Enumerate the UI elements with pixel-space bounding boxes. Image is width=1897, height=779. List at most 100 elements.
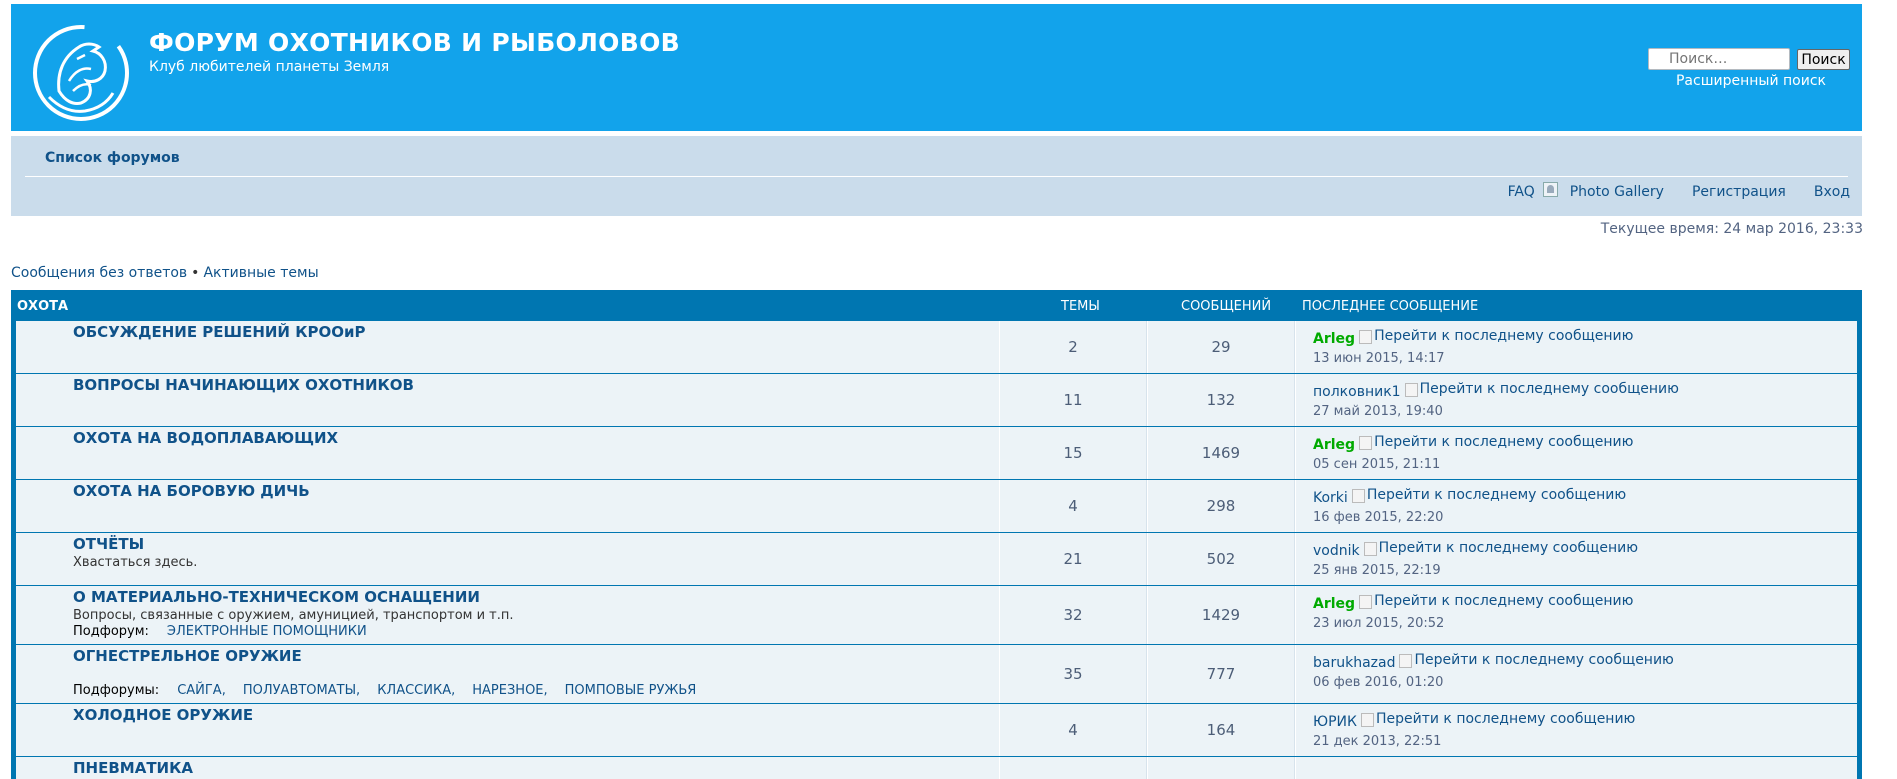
last-post-author-link[interactable]: ЮРИК bbox=[1313, 714, 1357, 730]
last-post-cell bbox=[1295, 757, 1857, 779]
forum-name-link[interactable]: ОГНЕСТРЕЛЬНОЕ ОРУЖИЕ bbox=[73, 647, 302, 665]
navbar: Список форумов FAQ Photo Gallery Регистр… bbox=[11, 136, 1862, 216]
photo-gallery-link[interactable]: Photo Gallery bbox=[1570, 184, 1664, 200]
last-post-time: 27 май 2013, 19:40 bbox=[1313, 404, 1443, 419]
subforum-link[interactable]: ПОМПОВЫЕ РУЖЬЯ bbox=[565, 683, 697, 698]
forum-topics-count: 4 bbox=[999, 704, 1147, 756]
forum-name-link[interactable]: О МАТЕРИАЛЬНО-ТЕХНИЧЕСКОМ ОСНАЩЕНИИ bbox=[73, 588, 480, 606]
forum-topics-count: 15 bbox=[999, 427, 1147, 479]
goto-last-post-link[interactable]: Перейти к последнему сообщению bbox=[1395, 650, 1674, 670]
goto-last-post-text: Перейти к последнему сообщению bbox=[1374, 328, 1634, 344]
forum-row: ОБСУЖДЕНИЕ РЕШЕНИЙ КРООиР 2 29 Arleg Перейти… bbox=[16, 321, 1857, 374]
subforums-list: Подфорум: ЭЛЕКТРОННЫЕ ПОМОЩНИКИ bbox=[73, 624, 367, 639]
goto-last-post-icon bbox=[1399, 654, 1413, 668]
forum-name-link[interactable]: ОБСУЖДЕНИЕ РЕШЕНИЙ КРООиР bbox=[73, 323, 365, 341]
column-last-post-header: ПОСЛЕДНЕЕ СООБЩЕНИЕ bbox=[1302, 299, 1479, 314]
register-link[interactable]: Регистрация bbox=[1692, 184, 1786, 200]
last-post-author-link[interactable]: полковник1 bbox=[1313, 384, 1401, 400]
last-post-cell: ЮРИК Перейти к последнему сообщению 21 дек… bbox=[1295, 704, 1857, 756]
site-logo-icon[interactable] bbox=[29, 21, 133, 125]
forum-row: ПНЕВМАТИКА bbox=[16, 757, 1857, 779]
last-post-author-link[interactable]: Arleg bbox=[1313, 437, 1355, 453]
goto-last-post-link[interactable]: Перейти к последнему сообщению bbox=[1360, 538, 1638, 558]
forum-posts-count bbox=[1147, 757, 1295, 779]
goto-last-post-icon bbox=[1351, 489, 1365, 503]
forum-row: О МАТЕРИАЛЬНО-ТЕХНИЧЕСКОМ ОСНАЩЕНИИ Вопро… bbox=[16, 586, 1857, 645]
forum-row: ОХОТА НА БОРОВУЮ ДИЧЬ 4 298 Korki Перейти к … bbox=[16, 480, 1857, 533]
forum-category: ОХОТА ТЕМЫ СООБЩЕНИЙ ПОСЛЕДНЕЕ СООБЩЕНИЕ… bbox=[11, 290, 1862, 779]
goto-last-post-link[interactable]: Перейти к последнему сообщению bbox=[1355, 326, 1633, 346]
photo-gallery-item[interactable]: Photo Gallery bbox=[1535, 181, 1664, 200]
forum-posts-count: 1429 bbox=[1147, 586, 1295, 644]
forum-row: ОГНЕСТРЕЛЬНОЕ ОРУЖИЕ Подфорумы: САЙГА, ПОЛУ… bbox=[16, 645, 1857, 704]
forum-name-link[interactable]: ВОПРОСЫ НАЧИНАЮЩИХ ОХОТНИКОВ bbox=[73, 376, 414, 394]
forum-title-cell: О МАТЕРИАЛЬНО-ТЕХНИЧЕСКОМ ОСНАЩЕНИИ Вопро… bbox=[16, 586, 999, 644]
goto-last-post-link[interactable]: Перейти к последнему сообщению bbox=[1355, 591, 1633, 611]
goto-last-post-icon bbox=[1360, 713, 1374, 727]
forum-topics-count: 21 bbox=[999, 533, 1147, 585]
forum-description: Хвастаться здесь. bbox=[73, 555, 198, 570]
breadcrumb-forum-index[interactable]: Список форумов bbox=[45, 150, 180, 166]
forum-topics-count: 2 bbox=[999, 321, 1147, 373]
forum-topics-count: 32 bbox=[999, 586, 1147, 644]
subforum-link[interactable]: ПОЛУАВТОМАТЫ, bbox=[243, 683, 360, 698]
category-name[interactable]: ОХОТА bbox=[17, 299, 68, 314]
forum-name-link[interactable]: ХОЛОДНОЕ ОРУЖИЕ bbox=[73, 706, 253, 724]
forum-name-link[interactable]: ОХОТА НА БОРОВУЮ ДИЧЬ bbox=[73, 482, 310, 500]
goto-last-post-text: Перейти к последнему сообщению bbox=[1374, 434, 1634, 450]
forum-title-cell: ОТЧЁТЫ Хвастаться здесь. bbox=[16, 533, 999, 585]
column-posts-header: СООБЩЕНИЙ bbox=[1181, 299, 1272, 314]
forum-description: Вопросы, связанные с оружием, амуницией,… bbox=[73, 608, 514, 623]
last-post-cell: vodnik Перейти к последнему сообщению 25 я… bbox=[1295, 533, 1857, 585]
goto-last-post-text: Перейти к последнему сообщению bbox=[1414, 652, 1674, 668]
goto-last-post-link[interactable]: Перейти к последнему сообщению bbox=[1348, 485, 1626, 505]
subforum-link[interactable]: КЛАССИКА, bbox=[377, 683, 455, 698]
goto-last-post-link[interactable]: Перейти к последнему сообщению bbox=[1355, 432, 1633, 452]
goto-last-post-text: Перейти к последнему сообщению bbox=[1378, 540, 1638, 556]
site-title[interactable]: ФОРУМ ОХОТНИКОВ И РЫБОЛОВОВ bbox=[149, 28, 680, 57]
forum-topics-count: 11 bbox=[999, 374, 1147, 426]
subforum-link[interactable]: ЭЛЕКТРОННЫЕ ПОМОЩНИКИ bbox=[167, 624, 367, 639]
forum-title-cell: ОХОТА НА БОРОВУЮ ДИЧЬ bbox=[16, 480, 999, 532]
forum-list: ОБСУЖДЕНИЕ РЕШЕНИЙ КРООиР 2 29 Arleg Перейти… bbox=[16, 321, 1857, 779]
subforum-link[interactable]: НАРЕЗНОЕ, bbox=[472, 683, 547, 698]
last-post-time: 06 фев 2016, 01:20 bbox=[1313, 675, 1444, 690]
forum-name-link[interactable]: ПНЕВМАТИКА bbox=[73, 759, 193, 777]
goto-last-post-text: Перейти к последнему сообщению bbox=[1375, 711, 1636, 727]
forum-posts-count: 164 bbox=[1147, 704, 1295, 756]
photo-gallery-icon bbox=[1542, 181, 1558, 197]
forum-topics-count: 4 bbox=[999, 480, 1147, 532]
quick-links: Сообщения без ответов • Активные темы bbox=[11, 265, 319, 281]
goto-last-post-text: Перейти к последнему сообщению bbox=[1419, 381, 1679, 397]
last-post-author-link[interactable]: vodnik bbox=[1313, 543, 1360, 559]
last-post-author-link[interactable]: Korki bbox=[1313, 490, 1348, 506]
subforums-label: Подфорум: bbox=[73, 624, 149, 639]
search-input[interactable] bbox=[1648, 48, 1790, 70]
unanswered-posts-link[interactable]: Сообщения без ответов bbox=[11, 265, 187, 281]
last-post-time: 23 июл 2015, 20:52 bbox=[1313, 616, 1445, 631]
goto-last-post-link[interactable]: Перейти к последнему сообщению bbox=[1357, 709, 1635, 729]
last-post-time: 05 сен 2015, 21:11 bbox=[1313, 457, 1441, 472]
last-post-author-link[interactable]: barukhazad bbox=[1313, 655, 1395, 671]
column-topics-header: ТЕМЫ bbox=[1061, 299, 1100, 314]
forum-posts-count: 298 bbox=[1147, 480, 1295, 532]
goto-last-post-icon bbox=[1359, 436, 1373, 450]
active-topics-link[interactable]: Активные темы bbox=[203, 265, 318, 281]
search-button[interactable]: Поиск bbox=[1797, 49, 1850, 70]
advanced-search-link[interactable]: Расширенный поиск bbox=[1676, 73, 1826, 89]
last-post-time: 16 фев 2015, 22:20 bbox=[1313, 510, 1444, 525]
faq-link[interactable]: FAQ bbox=[1508, 184, 1535, 200]
navbar-links: FAQ Photo Gallery Регистрация Вход bbox=[1508, 181, 1850, 200]
forum-name-link[interactable]: ОТЧЁТЫ bbox=[73, 535, 144, 553]
forum-title-cell: ХОЛОДНОЕ ОРУЖИЕ bbox=[16, 704, 999, 756]
goto-last-post-icon bbox=[1359, 330, 1373, 344]
last-post-author-link[interactable]: Arleg bbox=[1313, 596, 1355, 612]
subforum-link[interactable]: САЙГА, bbox=[177, 683, 226, 698]
goto-last-post-link[interactable]: Перейти к последнему сообщению bbox=[1401, 379, 1679, 399]
forum-topics-count: 35 bbox=[999, 645, 1147, 703]
last-post-author-link[interactable]: Arleg bbox=[1313, 331, 1355, 347]
login-link[interactable]: Вход bbox=[1814, 184, 1850, 200]
site-header: ФОРУМ ОХОТНИКОВ И РЫБОЛОВОВ Клуб любител… bbox=[11, 4, 1862, 131]
forum-posts-count: 132 bbox=[1147, 374, 1295, 426]
forum-name-link[interactable]: ОХОТА НА ВОДОПЛАВАЮЩИХ bbox=[73, 429, 338, 447]
